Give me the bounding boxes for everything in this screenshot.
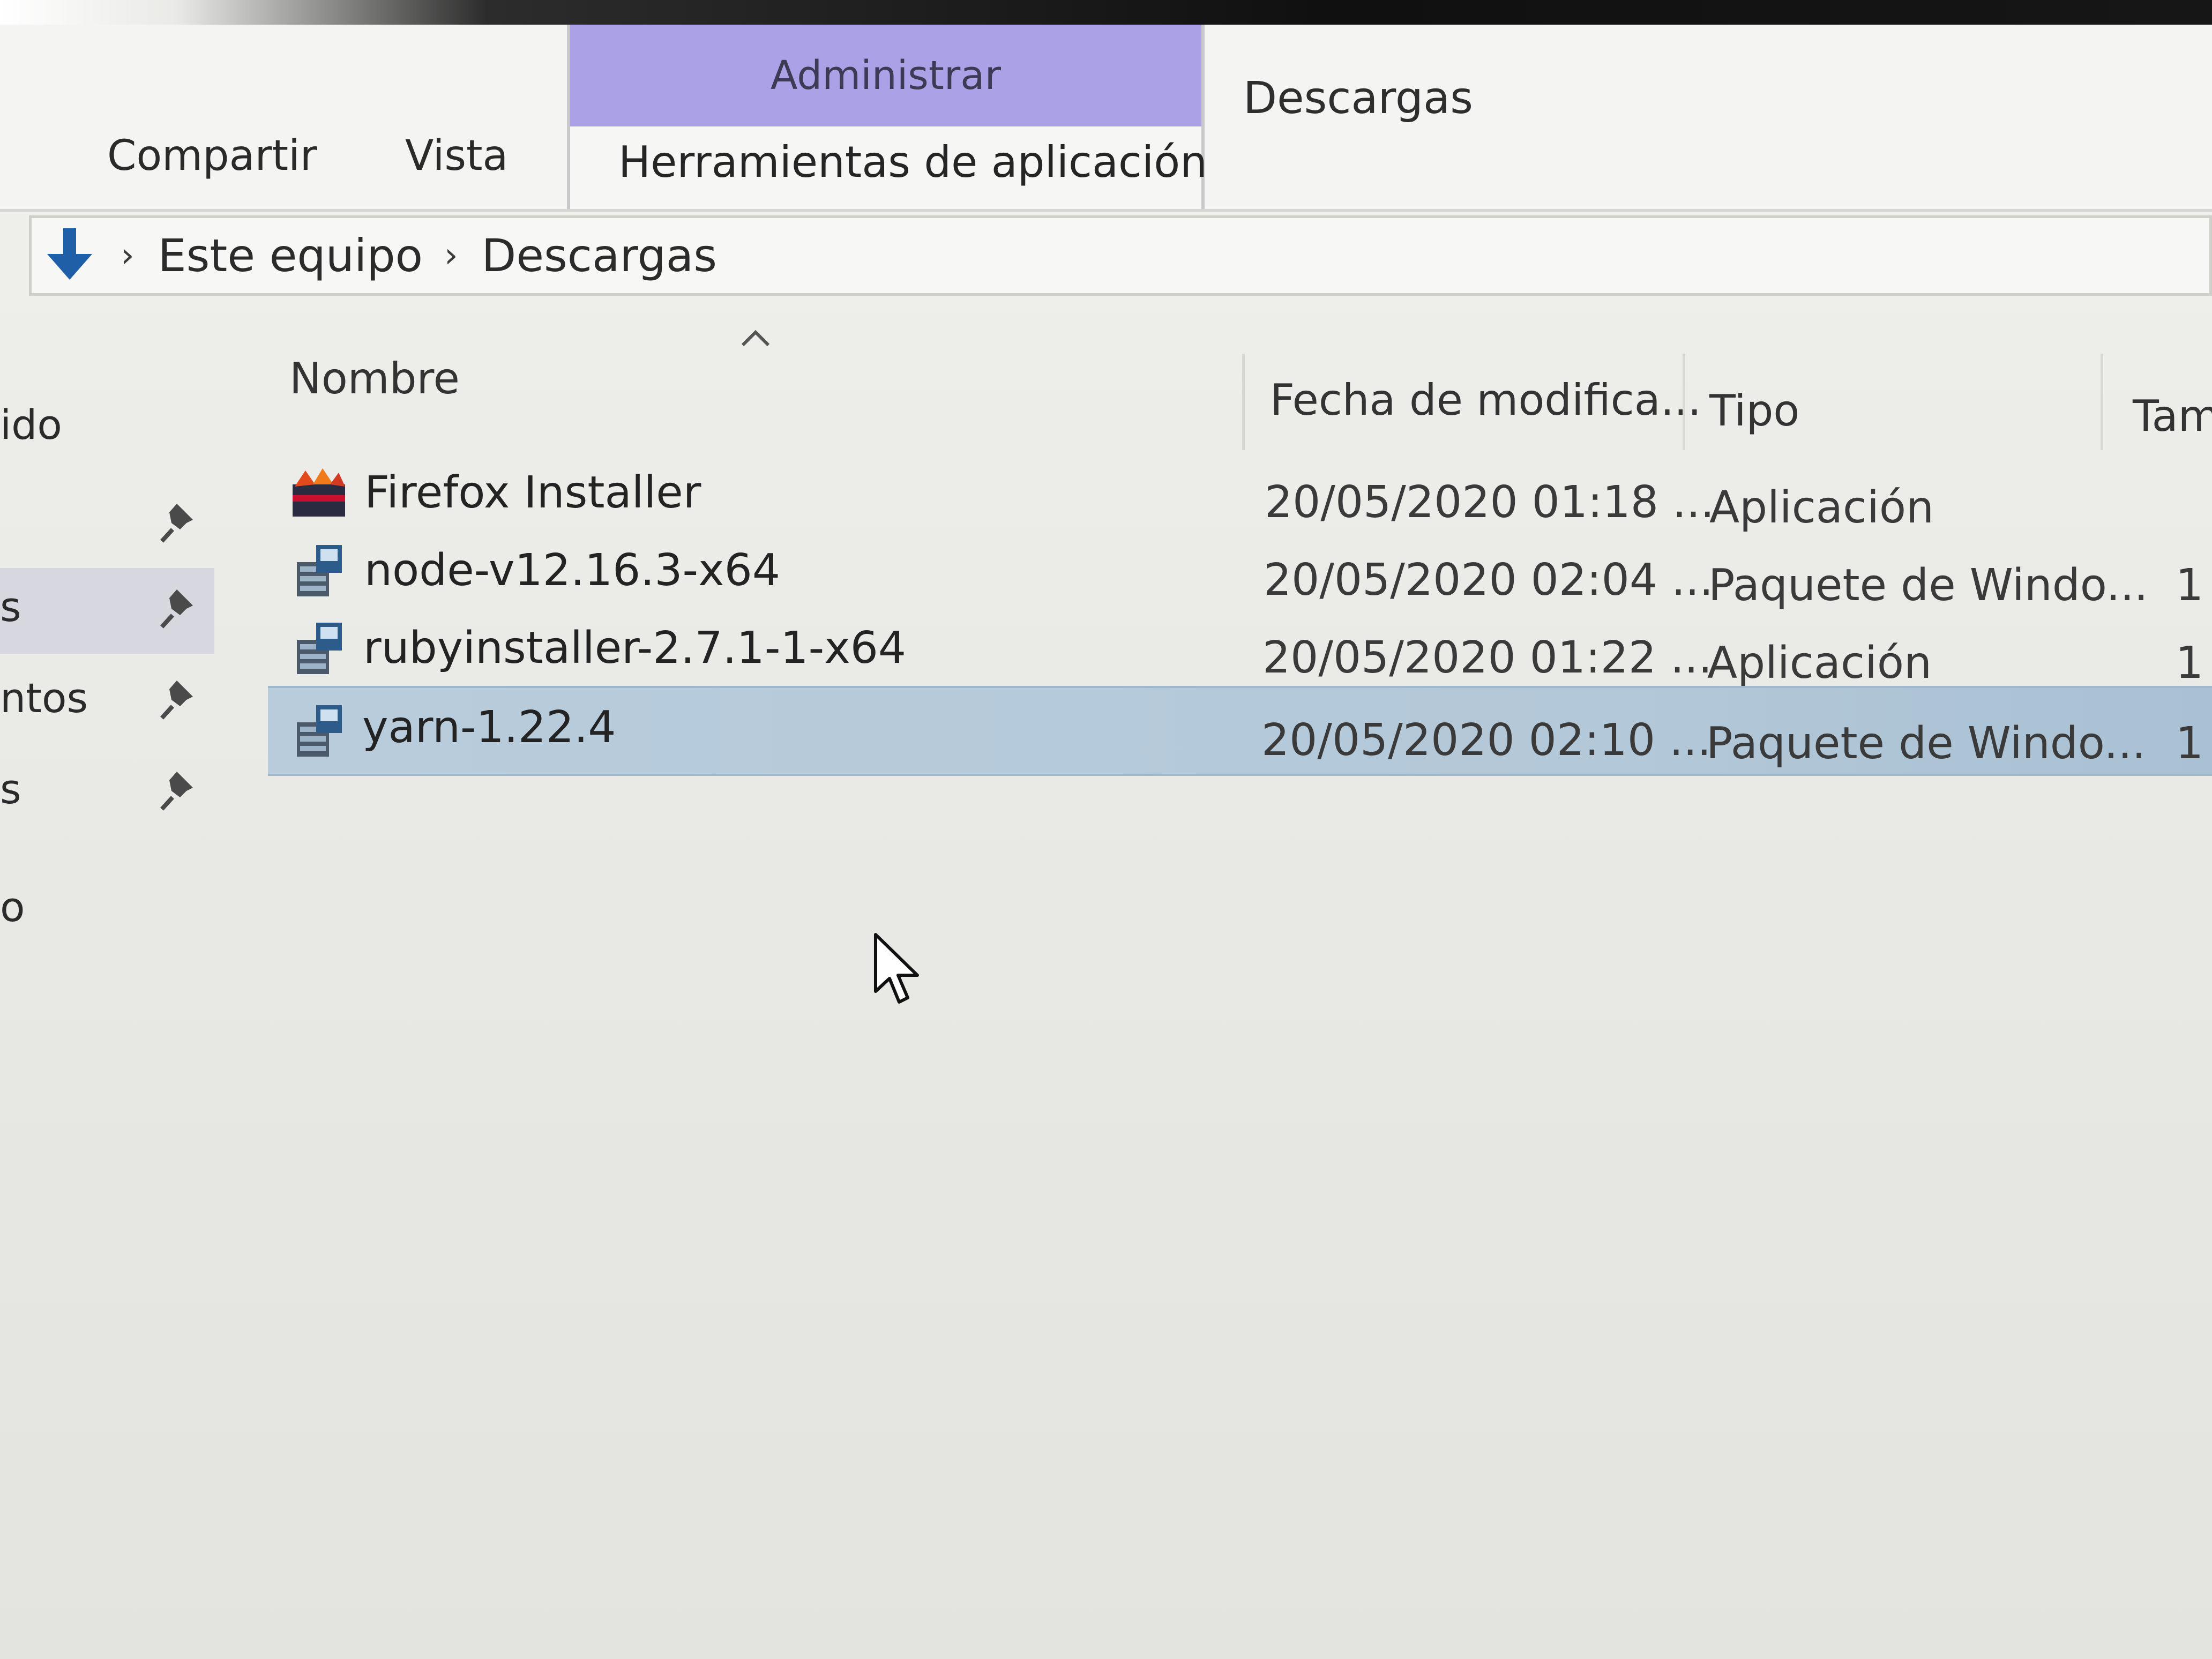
- nav-item-label: s: [0, 583, 21, 631]
- nav-item[interactable]: o: [0, 868, 214, 954]
- nav-item-label: ido: [0, 401, 62, 449]
- nav-item[interactable]: s: [0, 750, 214, 836]
- file-size: 1: [2176, 638, 2204, 689]
- column-separator[interactable]: [1683, 354, 1685, 450]
- column-header-nombre[interactable]: Nombre: [289, 354, 460, 472]
- file-row-firefox-installer[interactable]: Firefox Installer 20/05/2020 01:18 ... A…: [268, 455, 2212, 533]
- chevron-right-icon[interactable]: ›: [121, 236, 134, 275]
- nav-item-selected[interactable]: s: [0, 568, 214, 654]
- file-row-yarn[interactable]: yarn-1.22.4 20/05/2020 02:10 ... Paquete…: [268, 686, 2212, 776]
- msi-package-icon: [297, 545, 342, 596]
- nav-item-label: ntos: [0, 674, 88, 722]
- firefox-installer-icon: [293, 468, 345, 517]
- file-name: yarn-1.22.4: [362, 702, 616, 753]
- file-type: Paquete de Windo...: [1706, 718, 2146, 769]
- file-size: 1: [2176, 560, 2204, 611]
- file-row-node[interactable]: node-v12.16.3-x64 20/05/2020 02:04 ... P…: [268, 533, 2212, 611]
- msi-package-icon: [297, 623, 342, 674]
- breadcrumb-este-equipo[interactable]: Este equipo: [158, 229, 423, 282]
- pin-icon: [160, 772, 193, 811]
- sort-ascending-icon: [741, 330, 770, 347]
- msi-package-icon: [297, 705, 342, 757]
- nav-item-label: o: [0, 883, 25, 931]
- nav-item-label: s: [0, 765, 21, 813]
- nav-item[interactable]: ntos: [0, 659, 214, 745]
- pin-icon: [160, 681, 193, 720]
- tab-compartir[interactable]: Compartir: [107, 132, 317, 180]
- file-date: 20/05/2020 02:04 ...: [1264, 555, 1714, 606]
- pin-icon: [160, 589, 193, 629]
- address-bar[interactable]: › Este equipo › Descargas: [29, 215, 2212, 296]
- file-type: Aplicación: [1709, 482, 1934, 533]
- pin-icon: [160, 504, 193, 543]
- download-arrow-icon: [40, 223, 99, 288]
- breadcrumb-descargas[interactable]: Descargas: [482, 229, 717, 282]
- chevron-right-icon[interactable]: ›: [444, 236, 458, 275]
- navigation-pane: ido s ntos s o: [0, 322, 225, 1659]
- nav-item[interactable]: [0, 482, 214, 568]
- window-title: Descargas: [1243, 73, 1473, 124]
- file-explorer-window: Compartir Vista Administrar Herramientas…: [0, 0, 2212, 1659]
- column-separator[interactable]: [1242, 354, 1245, 450]
- mouse-pointer-icon: [874, 933, 919, 1004]
- tab-vista[interactable]: Vista: [405, 132, 508, 180]
- file-date: 20/05/2020 01:18 ...: [1265, 477, 1715, 528]
- nav-item-quick-access[interactable]: ido: [0, 386, 214, 472]
- ribbon: Compartir Vista Administrar Herramientas…: [0, 25, 2212, 212]
- file-name: node-v12.16.3-x64: [364, 545, 780, 596]
- tab-herramientas-de-aplicacion[interactable]: Herramientas de aplicación: [618, 137, 1207, 187]
- screen-top-edge: [0, 0, 2212, 25]
- context-group-label: Administrar: [770, 53, 1002, 99]
- file-size: 1: [2176, 718, 2204, 769]
- file-list: Nombre Fecha de modifica... Tipo Tam Fir…: [268, 322, 2212, 1659]
- file-date: 20/05/2020 01:22 ...: [1262, 632, 1713, 683]
- file-type: Paquete de Windo...: [1708, 560, 2148, 611]
- file-type: Aplicación: [1707, 638, 1932, 689]
- file-name: Firefox Installer: [364, 467, 701, 518]
- file-name: rubyinstaller-2.7.1-1-x64: [363, 623, 907, 674]
- file-date: 20/05/2020 02:10 ...: [1261, 715, 1712, 766]
- file-row-rubyinstaller[interactable]: rubyinstaller-2.7.1-1-x64 20/05/2020 01:…: [268, 611, 2212, 689]
- context-tab-group: Administrar Herramientas de aplicación: [567, 25, 1207, 209]
- column-separator[interactable]: [2101, 354, 2103, 450]
- context-group-header: Administrar: [570, 25, 1201, 126]
